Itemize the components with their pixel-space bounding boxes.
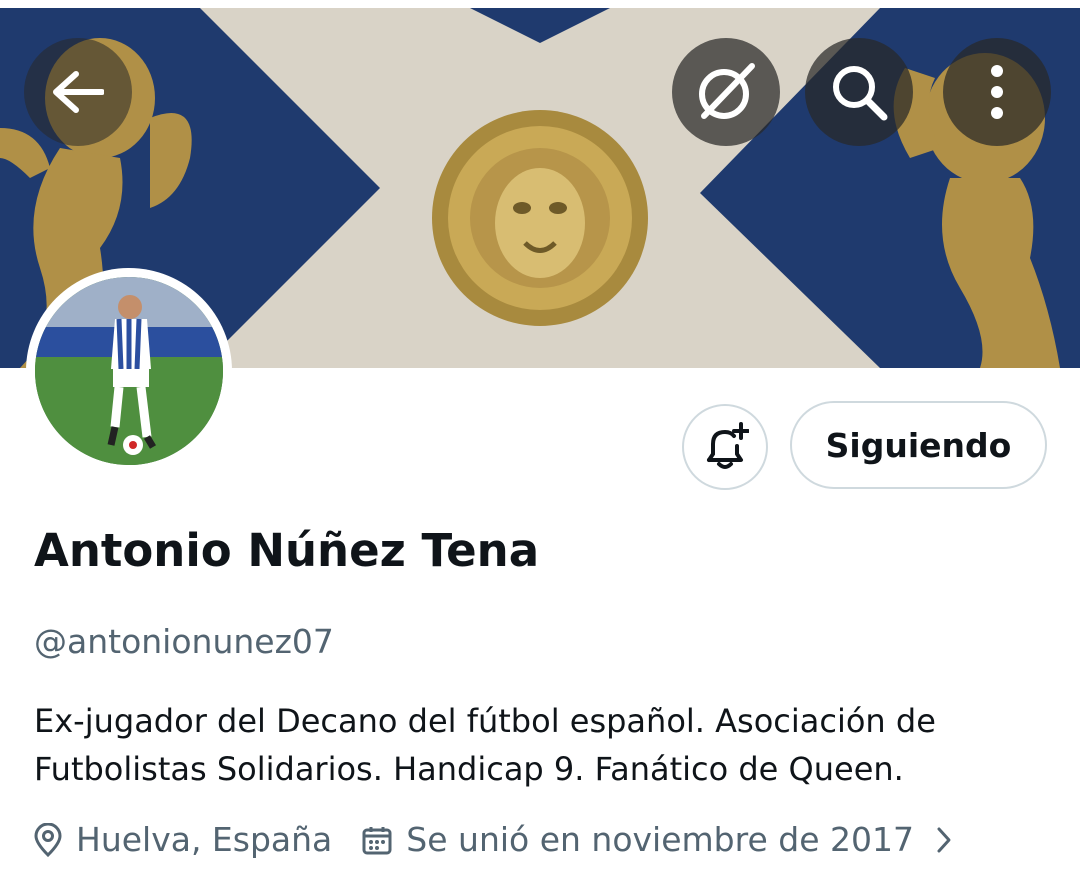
following-button[interactable]: Siguiendo bbox=[790, 401, 1047, 489]
more-vertical-icon bbox=[991, 65, 1003, 119]
location-text: Huelva, España bbox=[76, 820, 333, 859]
search-icon bbox=[833, 66, 888, 121]
avatar-image bbox=[35, 277, 223, 465]
notifications-button[interactable] bbox=[682, 404, 768, 490]
calendar-icon bbox=[362, 825, 392, 855]
grok-button[interactable] bbox=[672, 38, 780, 146]
grok-icon bbox=[699, 63, 755, 119]
back-button[interactable] bbox=[24, 38, 132, 146]
arrow-left-icon bbox=[53, 71, 104, 113]
profile-meta: Huelva, España Se unió en noviembre de 2… bbox=[34, 820, 966, 859]
username-handle: @antonionunez07 bbox=[34, 622, 334, 661]
search-button[interactable] bbox=[805, 38, 913, 146]
bell-plus-icon bbox=[707, 422, 749, 469]
more-options-button[interactable] bbox=[943, 38, 1051, 146]
profile-bio: Ex-jugador del Decano del fútbol español… bbox=[34, 702, 936, 788]
display-name: Antonio Núñez Tena bbox=[34, 524, 540, 577]
joined-date-text[interactable]: Se unió en noviembre de 2017 bbox=[406, 820, 914, 859]
chevron-right-icon[interactable] bbox=[936, 826, 952, 854]
avatar[interactable] bbox=[26, 268, 232, 474]
following-label: Siguiendo bbox=[825, 425, 1012, 465]
location-pin-icon bbox=[34, 822, 62, 857]
